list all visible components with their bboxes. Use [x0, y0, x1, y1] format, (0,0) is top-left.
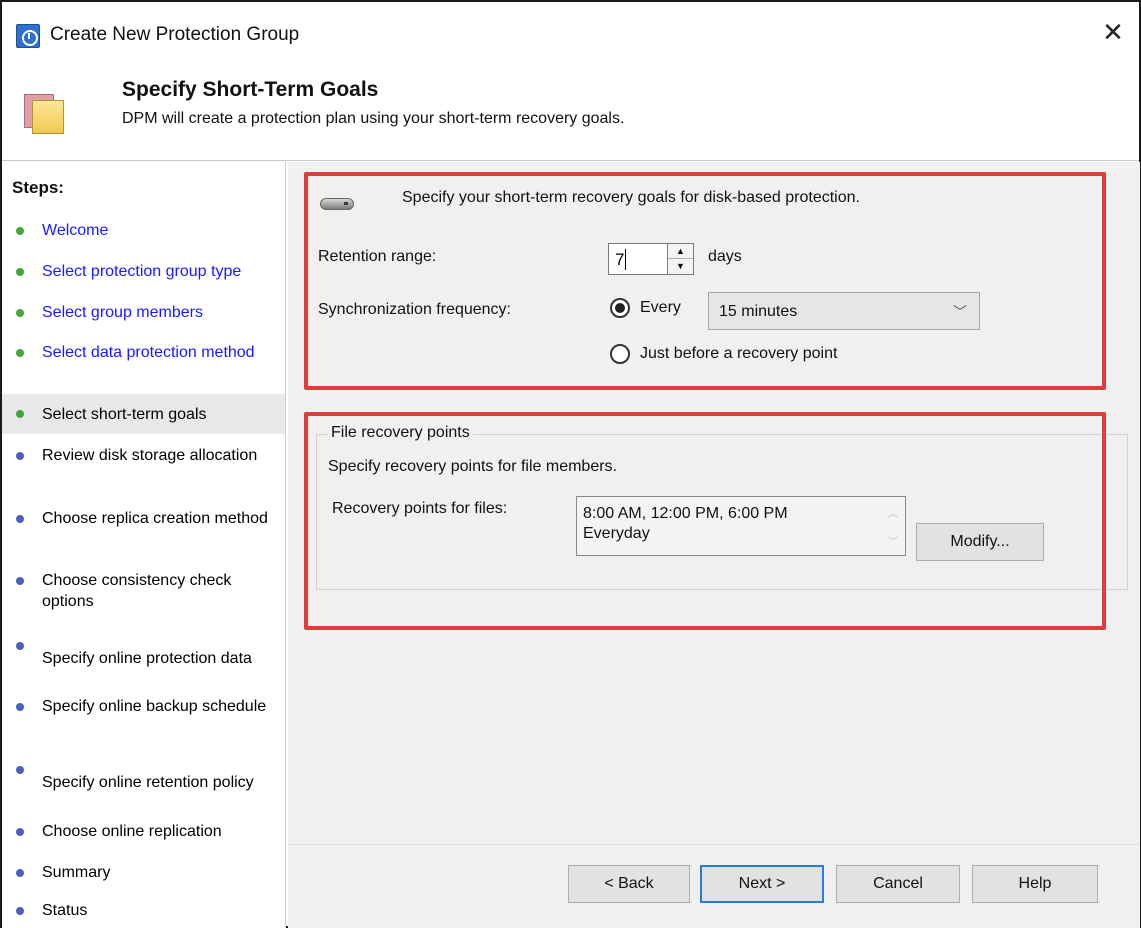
step-status-icon [16, 828, 24, 836]
step-label: Specify online protection data [42, 650, 252, 667]
step-label: Select short-term goals [42, 406, 207, 423]
wizard-header: Specify Short-Term Goals DPM will create… [2, 66, 1139, 161]
step-select-group-members[interactable]: Select group members [2, 302, 285, 324]
retention-range-value[interactable]: 7 [615, 250, 624, 270]
just-before-recovery-label[interactable]: Just before a recovery point [640, 345, 837, 363]
sync-frequency-label: Synchronization frequency: [318, 301, 511, 318]
every-radio-label[interactable]: Every [640, 299, 681, 317]
window-title: Create New Protection Group [50, 24, 300, 45]
disk-drive-icon [320, 196, 356, 212]
step-label: Choose online replication [42, 823, 222, 840]
file-recovery-group-title: File recovery points [328, 424, 473, 442]
step-label: Status [42, 902, 88, 919]
step-select-short-term-goals[interactable]: Select short-term goals [2, 394, 285, 434]
page-subtitle: DPM will create a protection plan using … [122, 110, 625, 127]
scroll-down-icon[interactable]: ﹀ [881, 533, 905, 548]
step-specify-online-protection-data[interactable]: Specify online protection data [2, 642, 285, 672]
list-scrollbar[interactable]: ︿ ﹀ [881, 497, 905, 555]
file-recovery-intro: Specify recovery points for file members… [328, 458, 617, 475]
step-specify-online-retention-policy[interactable]: Specify online retention policy [2, 766, 285, 796]
frequency-dropdown[interactable]: 15 minutes ﹀ [708, 292, 980, 330]
step-label: Summary [42, 864, 111, 881]
footer-divider [288, 844, 1140, 845]
step-label: Select data protection method [42, 344, 255, 361]
step-status-icon [16, 642, 24, 650]
step-status-icon [16, 349, 24, 357]
text-caret [625, 249, 626, 270]
step-status[interactable]: Status [2, 900, 285, 922]
step-status-icon [16, 309, 24, 317]
step-specify-online-backup-schedule[interactable]: Specify online backup schedule [2, 696, 285, 738]
step-choose-replica-creation-method[interactable]: Choose replica creation method [2, 508, 285, 550]
recovery-points-list[interactable]: 8:00 AM, 12:00 PM, 6:00 PM Everyday ︿ ﹀ [576, 496, 906, 556]
step-label: Specify online backup schedule [42, 698, 267, 715]
step-label: Specify online retention policy [42, 774, 254, 791]
step-status-icon [16, 452, 24, 460]
help-button[interactable]: Help [972, 865, 1098, 903]
title-bar: Create New Protection Group ✕ [2, 2, 1139, 66]
modify-button[interactable]: Modify... [916, 523, 1044, 561]
recovery-points-times: 8:00 AM, 12:00 PM, 6:00 PM [583, 505, 788, 522]
frequency-selected-value: 15 minutes [719, 303, 798, 320]
page-title: Specify Short-Term Goals [122, 78, 379, 101]
step-status-icon [16, 577, 24, 585]
retention-range-stepper[interactable]: 7 ▲ ▼ [608, 243, 694, 275]
back-button[interactable]: < Back [568, 865, 690, 903]
step-choose-consistency-check-options[interactable]: Choose consistency check options [2, 570, 285, 612]
step-label: Select protection group type [42, 263, 242, 280]
recovery-points-schedule: Everyday [583, 525, 650, 542]
step-label: Welcome [42, 222, 109, 239]
step-review-disk-storage-allocation[interactable]: Review disk storage allocation [2, 445, 285, 487]
step-status-icon [16, 268, 24, 276]
step-label: Choose replica creation method [42, 510, 268, 527]
steps-title: Steps: [12, 178, 64, 197]
scroll-up-icon[interactable]: ︿ [881, 505, 905, 520]
cancel-button[interactable]: Cancel [836, 865, 960, 903]
step-summary[interactable]: Summary [2, 862, 285, 884]
increment-arrow-icon[interactable]: ▲ [668, 244, 693, 259]
step-status-icon [16, 515, 24, 523]
step-status-icon [16, 907, 24, 915]
step-choose-online-replication[interactable]: Choose online replication [2, 821, 285, 843]
step-status-icon [16, 227, 24, 235]
chevron-down-icon: ﹀ [953, 304, 967, 320]
disk-goals-intro: Specify your short-term recovery goals f… [402, 189, 860, 206]
folder-icon [24, 94, 68, 134]
step-select-data-protection-method[interactable]: Select data protection method [2, 342, 285, 384]
step-status-icon [16, 410, 24, 418]
dpm-app-icon [16, 24, 40, 48]
retention-unit-label: days [708, 248, 742, 265]
close-button[interactable]: ✕ [1099, 18, 1127, 46]
step-status-icon [16, 703, 24, 711]
steps-panel: Steps: Welcome Select protection group t… [2, 162, 286, 928]
decrement-arrow-icon[interactable]: ▼ [668, 259, 693, 274]
step-status-icon [16, 766, 24, 774]
step-select-protection-group-type[interactable]: Select protection group type [2, 261, 285, 283]
step-welcome[interactable]: Welcome [2, 220, 285, 242]
just-before-recovery-radio[interactable] [610, 344, 630, 364]
every-radio[interactable] [610, 298, 630, 318]
step-status-icon [16, 869, 24, 877]
dialog-window: Create New Protection Group ✕ Specify Sh… [0, 0, 1141, 928]
recovery-points-label: Recovery points for files: [332, 500, 508, 517]
retention-range-label: Retention range: [318, 248, 437, 265]
step-label: Review disk storage allocation [42, 447, 258, 464]
next-button[interactable]: Next > [700, 865, 824, 903]
step-label: Select group members [42, 304, 203, 321]
step-label: Choose consistency check options [42, 572, 232, 610]
